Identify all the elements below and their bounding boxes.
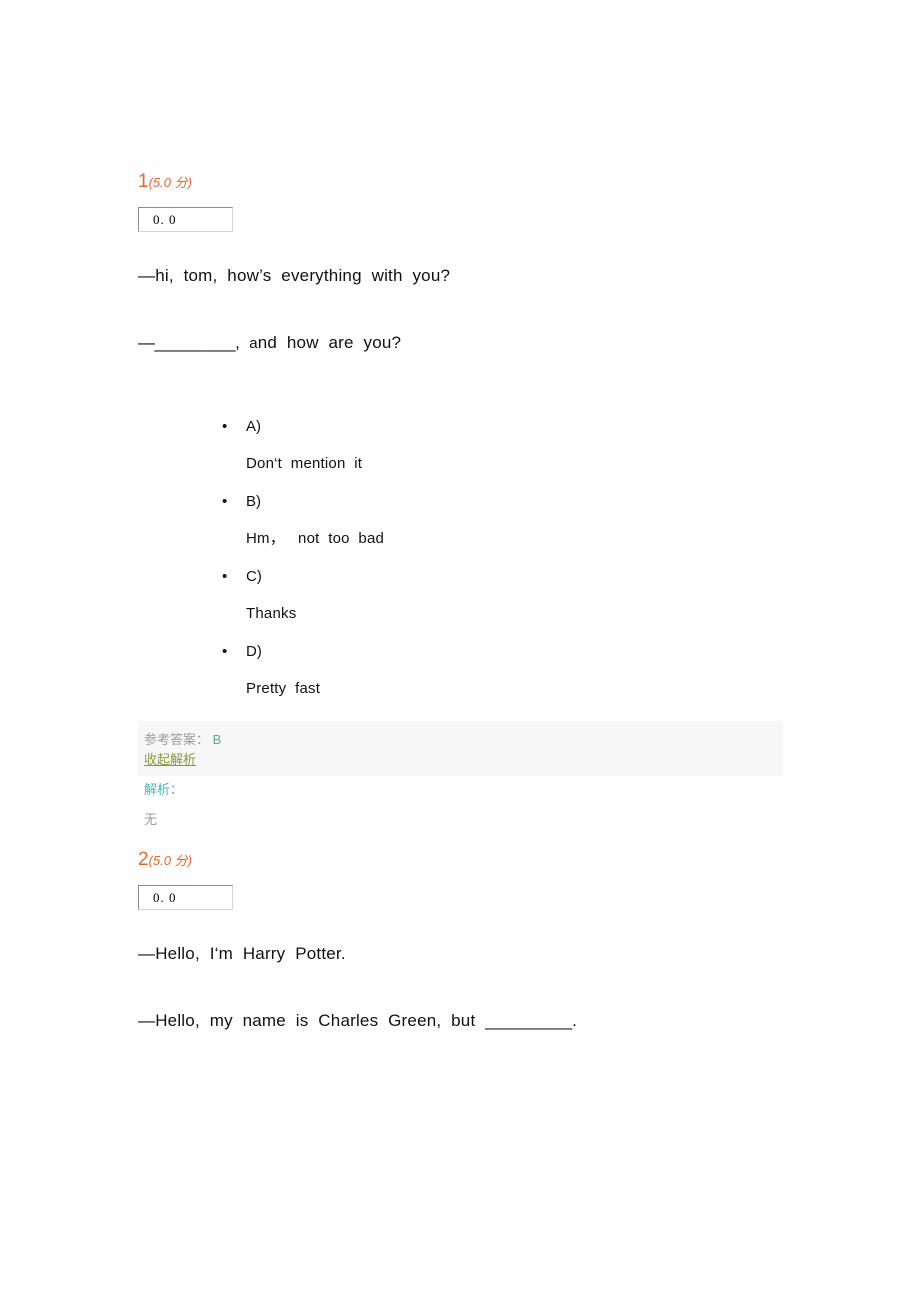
question-1-tail: nd how are you? xyxy=(257,332,402,352)
question-2-prompt-line-2: —Hello, my name is Charles Green, but __… xyxy=(138,1011,578,1031)
question-1-score-input[interactable] xyxy=(138,207,233,232)
question-1-prompt-line-2: —_________, and how are you? xyxy=(138,332,838,355)
question-1-answer-bar: 参考答案： B 收起解析 xyxy=(138,720,783,777)
question-2-score-input-wrap xyxy=(138,885,838,911)
explanation-body: 无 xyxy=(144,811,158,827)
option-a[interactable]: A) Don‘t mention it xyxy=(138,417,838,474)
question-2-header: 2(5.0 分) xyxy=(138,850,838,869)
question-2-score: (5.0 分) xyxy=(148,853,192,869)
question-2-prompt-line-1: —Hello, I‘m Harry Potter. xyxy=(138,944,346,964)
option-d-label: D) xyxy=(222,624,838,662)
question-1-blank-text: —_________, xyxy=(138,332,240,352)
reference-answer-label: 参考答案： xyxy=(144,731,210,747)
option-b-text: Hm， not too bad xyxy=(246,530,385,548)
option-a-text: Don‘t mention it xyxy=(246,455,363,473)
question-2-score-input[interactable] xyxy=(138,885,233,911)
question-block-1: 1(5.0 分) —hi, tom, how’s everything with… xyxy=(138,172,838,829)
questions-container: 1(5.0 分) —hi, tom, how’s everything with… xyxy=(138,172,838,1033)
exam-page: 1(5.0 分) —hi, tom, how’s everything with… xyxy=(0,0,920,1302)
option-d-text: Pretty fast xyxy=(246,680,321,698)
option-c-label: C) xyxy=(222,549,838,587)
option-b[interactable]: B) Hm， not too bad xyxy=(138,474,838,549)
option-c-text: Thanks xyxy=(246,605,297,623)
option-d[interactable]: D) Pretty fast xyxy=(138,624,838,699)
option-a-label: A) xyxy=(222,417,838,437)
explanation-title: 解析： xyxy=(144,782,184,798)
reference-answer-value: B xyxy=(212,731,222,747)
question-1-score: (5.0 分) xyxy=(148,175,192,190)
toggle-explanation-link[interactable]: 收起解析 xyxy=(138,750,196,770)
option-b-label: B) xyxy=(222,474,838,512)
question-block-2: 2(5.0 分) —Hello, I‘m Harry Potter. —Hell… xyxy=(138,850,838,1033)
question-1-header: 1(5.0 分) xyxy=(138,172,838,191)
question-1-prompt-line-1: —hi, tom, how’s everything with you? xyxy=(138,266,451,285)
reference-answer-row: 参考答案： B xyxy=(138,730,783,750)
question-1-options: A) Don‘t mention it B) Hm， not too bad C… xyxy=(138,417,838,699)
option-c[interactable]: C) Thanks xyxy=(138,549,838,624)
question-2-number: 2 xyxy=(138,849,149,871)
question-1-number: 1 xyxy=(138,171,149,192)
question-1-score-input-wrap xyxy=(138,207,838,232)
question-1-tail-small: a xyxy=(249,334,258,352)
